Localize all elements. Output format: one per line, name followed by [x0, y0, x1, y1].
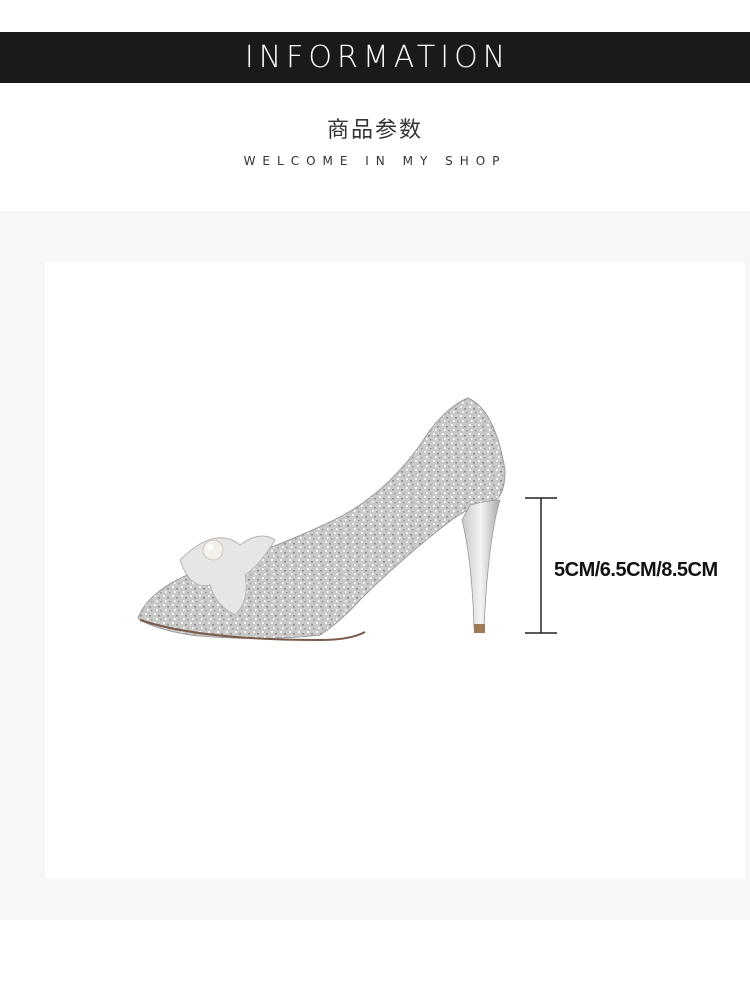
shoe-upper — [137, 397, 506, 639]
shoe-heel — [461, 499, 501, 629]
heel-tip — [474, 624, 485, 633]
heel-height-label: 5CM/6.5CM/8.5CM — [554, 559, 718, 581]
heel-height-indicator — [525, 497, 557, 634]
pearl-ornament — [202, 539, 224, 561]
shoe-product-image — [137, 397, 557, 642]
